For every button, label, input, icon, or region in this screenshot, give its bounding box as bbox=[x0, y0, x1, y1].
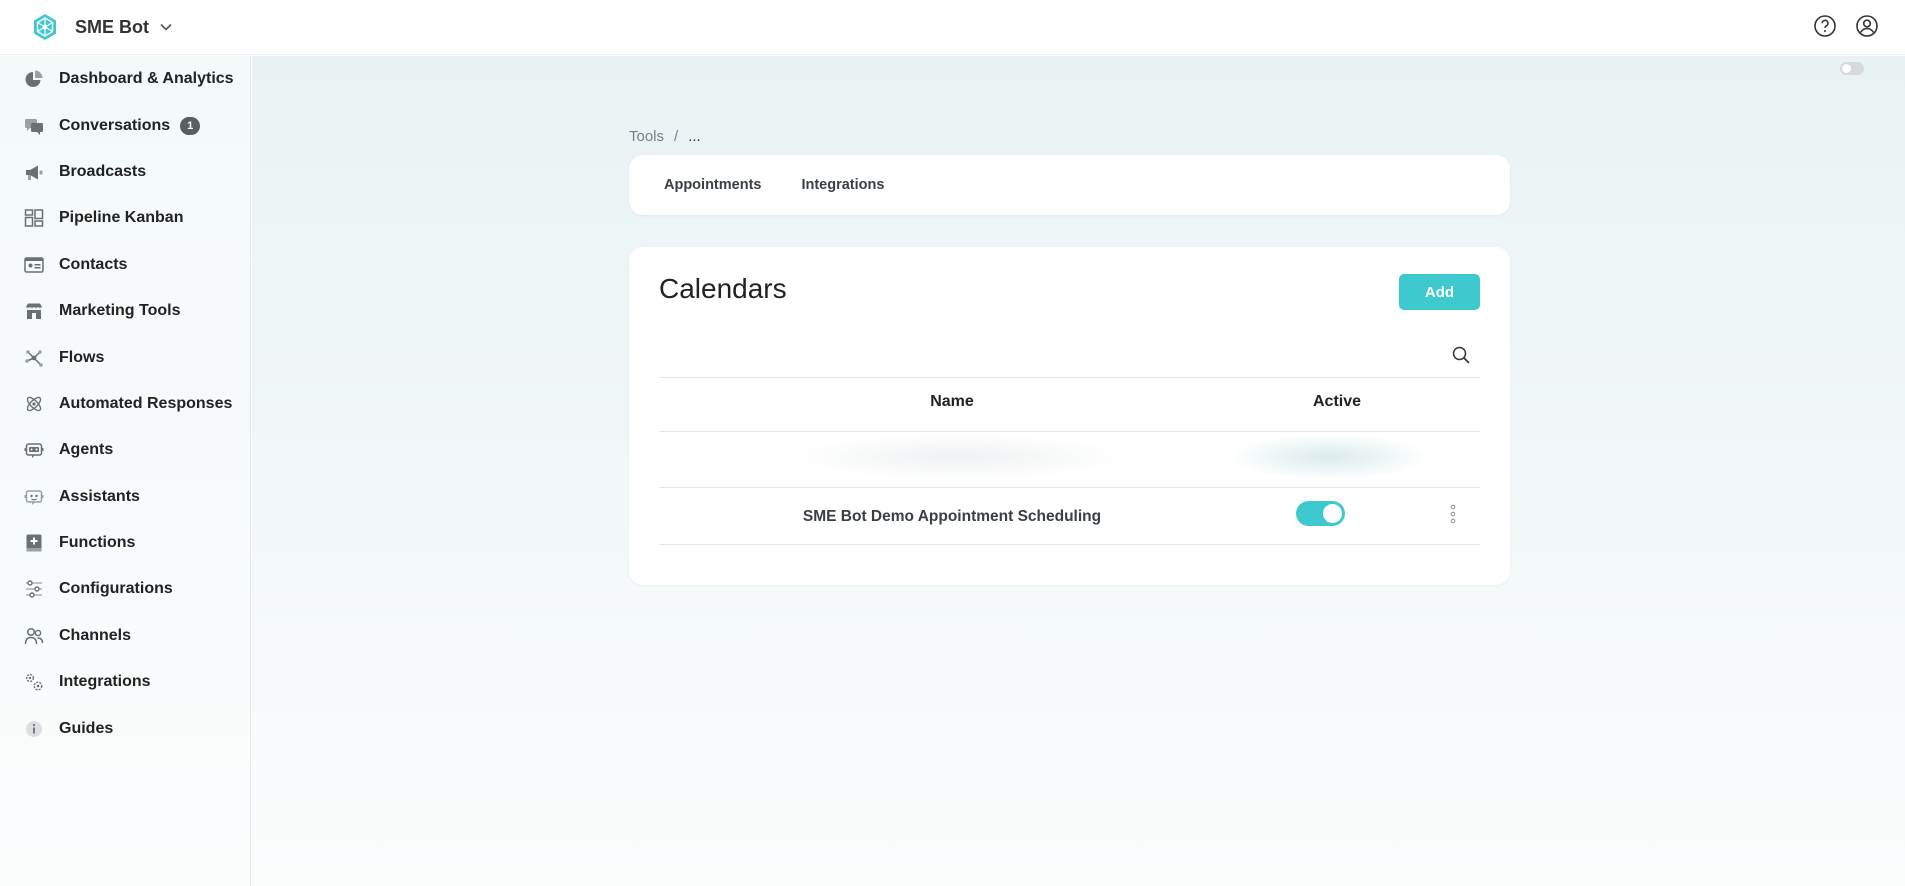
sidebar-item-label: Functions bbox=[59, 534, 136, 552]
atom-icon bbox=[26, 396, 42, 412]
breadcrumb-current: ... bbox=[688, 128, 701, 145]
sidebar-item-label: Assistants bbox=[59, 487, 140, 505]
function-book-icon bbox=[26, 534, 42, 552]
help-icon[interactable] bbox=[1813, 14, 1837, 38]
tab-integrations[interactable]: Integrations bbox=[801, 177, 884, 193]
user-account-icon[interactable] bbox=[1855, 14, 1879, 38]
calendar-name[interactable]: SME Bot Demo Appointment Scheduling bbox=[803, 508, 1101, 526]
megaphone-icon bbox=[26, 165, 43, 180]
sidebar-item-marketing-tools[interactable]: Marketing Tools bbox=[0, 288, 250, 334]
brand-logo-icon bbox=[34, 14, 56, 40]
top-bar: SME Bot bbox=[0, 0, 1905, 55]
gears-icon bbox=[25, 674, 43, 691]
breadcrumb: Tools / ... bbox=[629, 128, 701, 145]
sidebar: Dashboard & Analytics Conversations 1 Br… bbox=[0, 56, 251, 886]
sidebar-item-channels[interactable]: Channels bbox=[0, 613, 250, 659]
sidebar-item-contacts[interactable]: Contacts bbox=[0, 242, 250, 288]
users-icon bbox=[24, 627, 44, 644]
sidebar-item-configurations[interactable]: Configurations bbox=[0, 566, 250, 612]
table-top-divider bbox=[659, 377, 1480, 378]
sidebar-item-label: Channels bbox=[59, 626, 132, 644]
sidebar-item-pipeline-kanban[interactable]: Pipeline Kanban bbox=[0, 195, 250, 241]
add-calendar-button[interactable]: Add bbox=[1399, 274, 1480, 310]
sidebar-item-label: Flows bbox=[59, 348, 105, 366]
kanban-icon bbox=[24, 209, 44, 228]
table-bottom-divider bbox=[659, 544, 1480, 545]
breadcrumb-separator: / bbox=[674, 128, 679, 145]
sidebar-item-label: Pipeline Kanban bbox=[59, 209, 184, 227]
sidebar-item-label: Automated Responses bbox=[59, 394, 233, 412]
sidebar-item-conversations[interactable]: Conversations 1 bbox=[0, 102, 250, 148]
loading-placeholder-row bbox=[789, 434, 1129, 480]
assistant-bot-icon bbox=[24, 489, 44, 505]
row-divider bbox=[659, 487, 1480, 488]
sidebar-item-label: Contacts bbox=[59, 255, 128, 273]
active-toggle[interactable] bbox=[1296, 501, 1345, 526]
theme-toggle[interactable] bbox=[1840, 62, 1864, 75]
sidebar-item-label: Guides bbox=[59, 719, 114, 737]
sidebar-item-guides[interactable]: Guides bbox=[0, 705, 250, 751]
sliders-icon bbox=[26, 580, 42, 599]
main-content: Tools / ... Appointments Integrations Ca… bbox=[252, 56, 1905, 886]
sidebar-item-functions[interactable]: Functions bbox=[0, 520, 250, 566]
page-title: Calendars bbox=[659, 273, 787, 304]
top-actions bbox=[1813, 14, 1879, 38]
sidebar-item-broadcasts[interactable]: Broadcasts bbox=[0, 149, 250, 195]
chevron-down-icon bbox=[160, 23, 172, 31]
info-icon bbox=[26, 720, 42, 737]
sidebar-item-dashboard-analytics[interactable]: Dashboard & Analytics bbox=[0, 56, 250, 102]
loading-placeholder-toggle bbox=[1229, 434, 1429, 480]
sidebar-item-assistants[interactable]: Assistants bbox=[0, 474, 250, 520]
workspace-switcher[interactable]: SME Bot bbox=[31, 13, 173, 41]
tools-tabs: Appointments Integrations bbox=[629, 155, 1510, 215]
unread-count-badge: 1 bbox=[180, 116, 201, 135]
sidebar-item-flows[interactable]: Flows bbox=[0, 334, 250, 380]
sidebar-item-label: Marketing Tools bbox=[59, 302, 181, 320]
column-header-active[interactable]: Active bbox=[1313, 393, 1361, 411]
sidebar-item-automated-responses[interactable]: Automated Responses bbox=[0, 381, 250, 427]
sidebar-item-label: Integrations bbox=[59, 673, 151, 691]
header-divider bbox=[659, 431, 1480, 432]
column-header-name[interactable]: Name bbox=[930, 393, 974, 411]
more-options-icon[interactable] bbox=[1448, 503, 1458, 525]
sidebar-item-integrations[interactable]: Integrations bbox=[0, 659, 250, 705]
contact-card-icon bbox=[24, 257, 44, 273]
sidebar-item-label: Agents bbox=[59, 441, 114, 459]
chat-bubbles-icon bbox=[25, 118, 43, 135]
flow-nodes-icon bbox=[25, 349, 43, 367]
tab-appointments[interactable]: Appointments bbox=[664, 177, 761, 193]
breadcrumb-tools-link[interactable]: Tools bbox=[629, 128, 664, 145]
sidebar-item-label: Dashboard & Analytics bbox=[59, 70, 234, 88]
brand-name: SME Bot bbox=[75, 16, 149, 37]
calendars-card: Calendars Add Name Active SME Bot Demo A… bbox=[629, 247, 1510, 585]
search-icon[interactable] bbox=[1451, 345, 1471, 365]
agent-bot-icon bbox=[24, 443, 44, 459]
sidebar-item-label: Broadcasts bbox=[59, 162, 147, 180]
sidebar-item-label: Conversations bbox=[59, 116, 171, 134]
pie-chart-icon bbox=[25, 70, 43, 88]
sidebar-item-agents[interactable]: Agents bbox=[0, 427, 250, 473]
storefront-icon bbox=[26, 303, 42, 320]
sidebar-item-label: Configurations bbox=[59, 580, 173, 598]
